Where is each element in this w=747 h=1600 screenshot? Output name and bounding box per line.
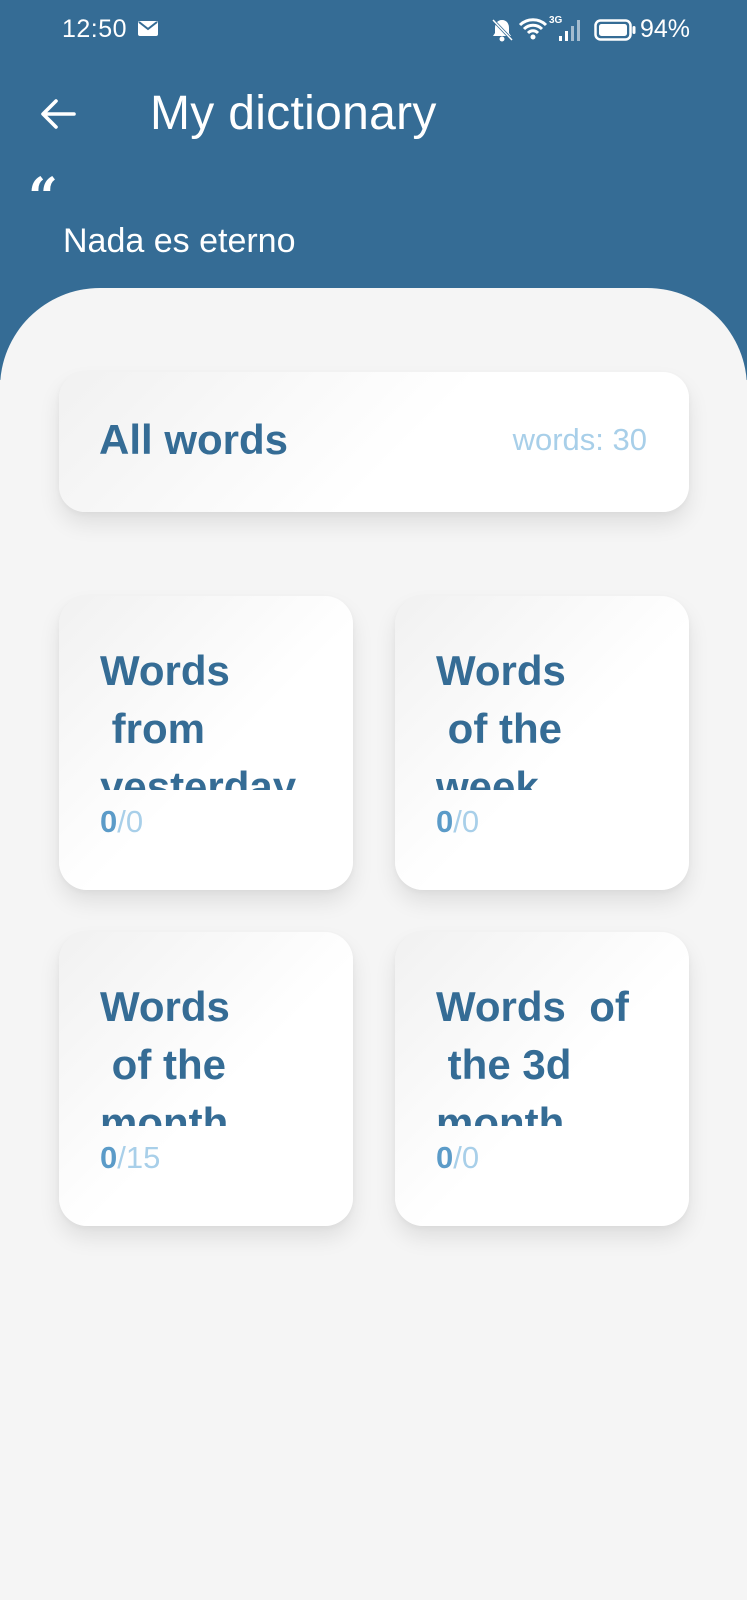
tile-progress: 0/15	[100, 1140, 160, 1176]
status-bar: 12:50 3G 94%	[0, 0, 747, 62]
progress-done: 0	[436, 804, 454, 839]
progress-separator: /	[117, 804, 126, 839]
tile-title: Words of the 3d month	[436, 983, 629, 1126]
progress-total: 0	[461, 804, 480, 839]
page-title: My dictionary	[150, 87, 437, 140]
arrow-left-icon	[41, 99, 76, 129]
progress-done: 0	[100, 804, 118, 839]
wifi-icon	[518, 18, 548, 40]
tile-progress: 0/0	[436, 804, 479, 840]
bell-off-icon	[491, 18, 514, 42]
tile-progress: 0/0	[100, 804, 143, 840]
tile-words-from-yesterday[interactable]: Words from yesterday 0/0	[59, 596, 353, 890]
progress-separator: /	[453, 804, 462, 839]
progress-total: 0	[125, 804, 144, 839]
progress-total: 0	[461, 1140, 480, 1175]
tile-words-of-the-week[interactable]: Words of the week 0/0	[395, 596, 689, 890]
tile-title: Words of the month	[100, 983, 230, 1126]
tile-words-of-the-month[interactable]: Words of the month 0/15	[59, 932, 353, 1226]
all-words-count: words: 30	[512, 422, 647, 457]
quote-mark: “	[28, 167, 58, 228]
status-time: 12:50	[62, 15, 128, 43]
battery-icon	[594, 19, 636, 41]
mail-icon	[138, 21, 158, 36]
battery-percentage: 94%	[640, 15, 691, 43]
progress-separator: /	[117, 1140, 126, 1175]
all-words-card[interactable]: All words words: 30	[59, 372, 689, 512]
progress-separator: /	[453, 1140, 462, 1175]
tile-title: Words of the week	[436, 647, 566, 790]
progress-done: 0	[436, 1140, 454, 1175]
quote-text: Nada es eterno	[63, 222, 296, 260]
back-button[interactable]	[32, 88, 84, 140]
all-words-label: All words	[99, 416, 289, 463]
signal-icon	[559, 20, 580, 41]
progress-total: 15	[125, 1140, 161, 1175]
progress-done: 0	[100, 1140, 118, 1175]
tile-title: Words from yesterday	[100, 647, 297, 790]
tile-words-of-the-3d-month[interactable]: Words of the 3d month 0/0	[395, 932, 689, 1226]
tile-progress: 0/0	[436, 1140, 479, 1176]
